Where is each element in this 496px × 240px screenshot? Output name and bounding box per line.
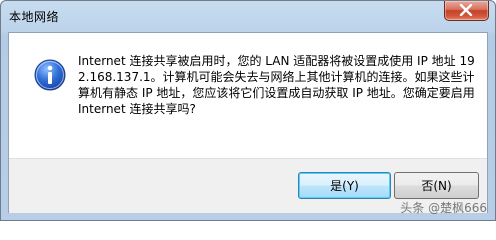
- close-icon: [459, 4, 473, 16]
- title-bar[interactable]: 本地网络: [1, 1, 495, 33]
- dialog-client-area: Internet 连接共享被启用时，您的 LAN 适配器将被设置成使用 IP 地…: [8, 32, 488, 213]
- no-button[interactable]: 否(N): [394, 172, 479, 199]
- info-icon: [34, 59, 66, 91]
- dialog-message: Internet 连接共享被启用时，您的 LAN 适配器将被设置成使用 IP 地…: [78, 54, 475, 116]
- window-title: 本地网络: [9, 10, 60, 24]
- yes-button[interactable]: 是(Y): [298, 172, 391, 199]
- watermark: 头条 @楚枫666: [400, 201, 487, 215]
- close-button[interactable]: [444, 1, 489, 21]
- dialog-window: 本地网络 Internet 连接共享被启用时，您的 LAN 适配器将被设置成使用…: [0, 0, 496, 221]
- message-area: Internet 连接共享被启用时，您的 LAN 适配器将被设置成使用 IP 地…: [9, 33, 487, 158]
